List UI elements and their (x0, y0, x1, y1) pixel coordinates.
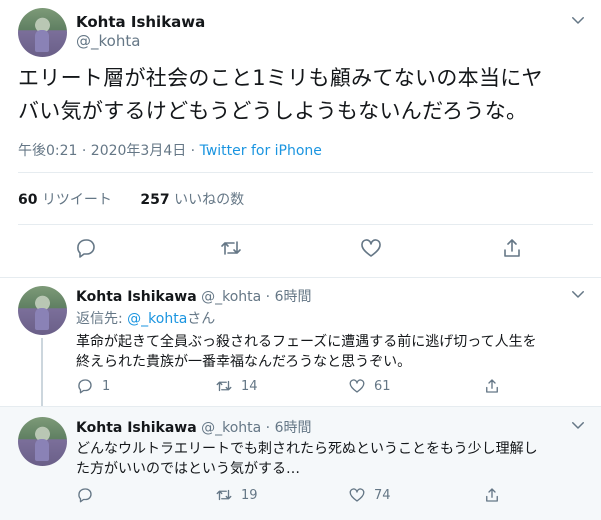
author-name[interactable]: Kohta Ishikawa (76, 13, 205, 31)
chevron-down-icon[interactable] (569, 416, 587, 434)
like-action[interactable]: 61 (348, 377, 391, 395)
reply-count: 1 (102, 378, 111, 394)
share-icon[interactable] (483, 377, 501, 395)
heart-icon[interactable] (348, 377, 366, 395)
reply-text-line: 終えられた貴族が一番幸福なんだろうなと思うぞい。 (76, 354, 412, 370)
author-handle[interactable]: @_kohta (76, 32, 140, 50)
reply-tweet[interactable]: Kohta Ishikawa @_kohta · 6時間 返信先: @_koht… (0, 278, 601, 407)
like-label[interactable]: いいねの数 (174, 192, 244, 208)
retweet-count[interactable]: 60 (18, 192, 37, 208)
reply-icon[interactable] (76, 486, 94, 504)
tweet-text-line: バい気がするけどもうどうしようもないんだろうな。 (18, 99, 528, 123)
reply-text: どんなウルトラエリートでも刺されたら死ぬということをもう少し理解し た方がいいの… (76, 439, 591, 479)
reply-author-name[interactable]: Kohta Ishikawa (76, 289, 197, 305)
reply-to-suffix: さん (187, 311, 216, 327)
retweet-action[interactable]: 14 (215, 377, 258, 395)
avatar[interactable] (18, 286, 67, 335)
reply-to-handle[interactable]: @_kohta (127, 311, 187, 327)
share-icon[interactable] (500, 236, 524, 260)
retweet-icon[interactable] (215, 377, 233, 395)
retweet-icon[interactable] (219, 236, 243, 260)
reply-action[interactable]: 1 (76, 377, 110, 395)
like-count[interactable]: 257 (140, 192, 169, 208)
thread-line (41, 338, 43, 406)
avatar[interactable] (18, 8, 67, 57)
main-tweet: Kohta Ishikawa @_kohta エリート層が社会のこと1ミリも顧み… (0, 0, 601, 278)
reply-author-name[interactable]: Kohta Ishikawa (76, 420, 197, 436)
tweet-text: エリート層が社会のこと1ミリも顧みてないの本当にヤ バい気がするけどもうどうしよ… (18, 62, 593, 128)
reply-text: 革命が起きて全員ぶっ殺されるフェーズに遭遇する前に逃げ切って人生を 終えられた貴… (76, 332, 591, 372)
retweet-label[interactable]: リツイート (42, 192, 112, 208)
reply-handle-time[interactable]: @_kohta · 6時間 (201, 420, 311, 436)
retweet-action[interactable]: 19 (215, 486, 258, 504)
tweet-source-link[interactable]: Twitter for iPhone (200, 143, 322, 159)
reply-handle-time[interactable]: @_kohta · 6時間 (201, 289, 311, 305)
reply-action[interactable] (76, 486, 102, 504)
reply-text-line: た方がいいのではという気がする… (76, 461, 300, 477)
chevron-down-icon[interactable] (569, 285, 587, 303)
reply-icon[interactable] (74, 236, 98, 260)
retweet-count: 14 (241, 378, 258, 394)
reply-author: Kohta Ishikawa @_kohta · 6時間 (76, 417, 311, 437)
reply-icon[interactable] (76, 377, 94, 395)
tweet-text-line: エリート層が社会のこと1ミリも顧みてないの本当にヤ (18, 66, 543, 90)
reply-text-line: 革命が起きて全員ぶっ殺されるフェーズに遭遇する前に逃げ切って人生を (76, 334, 537, 350)
like-count: 74 (374, 487, 391, 503)
share-action[interactable] (483, 486, 509, 504)
divider (18, 224, 593, 225)
reply-to-label: 返信先: (76, 311, 128, 327)
reply-tweet[interactable]: Kohta Ishikawa @_kohta · 6時間 どんなウルトラエリート… (0, 407, 601, 520)
heart-icon[interactable] (359, 236, 383, 260)
tweet-meta: 午後0:21 · 2020年3月4日 · Twitter for iPhone (18, 140, 322, 160)
share-action[interactable] (483, 377, 509, 395)
tweet-page: Kohta Ishikawa @_kohta エリート層が社会のこと1ミリも顧み… (0, 0, 601, 520)
retweet-icon[interactable] (215, 486, 233, 504)
avatar[interactable] (18, 417, 67, 466)
chevron-down-icon[interactable] (569, 11, 587, 29)
reply-text-line: どんなウルトラエリートでも刺されたら死ぬということをもう少し理解し (76, 441, 538, 457)
tweet-stats: 60 リツイート 257 いいねの数 (18, 189, 244, 209)
tweet-timestamp[interactable]: 午後0:21 · 2020年3月4日 · (18, 143, 200, 159)
divider (18, 172, 593, 173)
heart-icon[interactable] (348, 486, 366, 504)
reply-to: 返信先: @_kohtaさん (76, 308, 215, 328)
like-action[interactable]: 74 (348, 486, 391, 504)
reply-author: Kohta Ishikawa @_kohta · 6時間 (76, 286, 311, 306)
retweet-count: 19 (241, 487, 258, 503)
like-count: 61 (374, 378, 391, 394)
share-icon[interactable] (483, 486, 501, 504)
